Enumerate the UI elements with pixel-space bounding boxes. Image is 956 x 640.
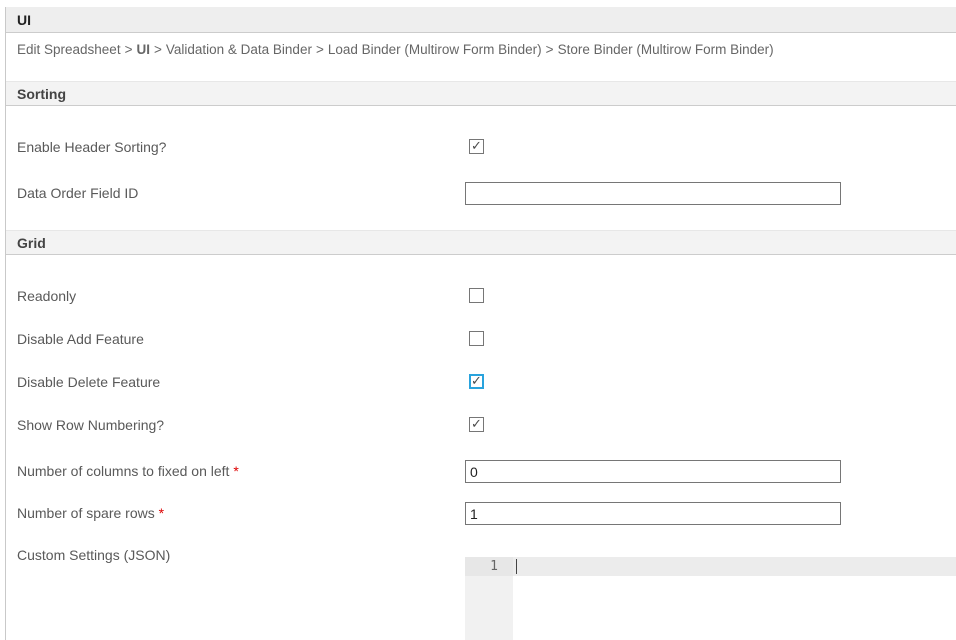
field-label-custom-settings: Custom Settings (JSON) <box>17 544 465 564</box>
breadcrumb-item-load-binder[interactable]: Load Binder (Multirow Form Binder) <box>328 42 542 57</box>
form-row-spare-rows: Number of spare rows * <box>17 502 956 526</box>
breadcrumb-separator: > <box>312 42 328 57</box>
breadcrumb-item-ui[interactable]: UI <box>136 42 150 57</box>
section-title: Sorting <box>17 86 66 102</box>
breadcrumb-separator: > <box>542 42 558 57</box>
grid-section-body: Readonly Disable Add Feature Disable Del… <box>6 255 956 640</box>
custom-settings-json-editor[interactable]: 1 <box>465 557 956 640</box>
breadcrumb-item-store-binder[interactable]: Store Binder (Multirow Form Binder) <box>558 42 774 57</box>
section-title: Grid <box>17 235 46 251</box>
fixed-columns-left-input[interactable] <box>465 460 841 483</box>
form-row-fixed-columns-left: Number of columns to fixed on left * <box>17 460 956 484</box>
field-label-show-row-numbering: Show Row Numbering? <box>17 417 465 434</box>
form-row-readonly: Readonly <box>17 288 956 308</box>
breadcrumb-separator: > <box>150 42 166 57</box>
editor-content[interactable] <box>513 557 956 640</box>
page-title: UI <box>17 12 31 28</box>
field-label-disable-delete-feature: Disable Delete Feature <box>17 374 465 391</box>
field-label-enable-header-sorting: Enable Header Sorting? <box>17 139 465 156</box>
breadcrumb-item-edit-spreadsheet[interactable]: Edit Spreadsheet <box>17 42 121 57</box>
properties-panel: UI Edit Spreadsheet>UI>Validation & Data… <box>5 7 956 640</box>
section-header-grid: Grid <box>6 230 956 255</box>
form-row-enable-header-sorting: Enable Header Sorting? <box>17 139 956 159</box>
page-title-bar: UI <box>6 7 956 33</box>
required-asterisk: * <box>159 505 164 521</box>
field-label-fixed-columns-left: Number of columns to fixed on left <box>17 463 229 479</box>
field-label-readonly: Readonly <box>17 288 465 305</box>
field-label-data-order-field-id: Data Order Field ID <box>17 182 465 202</box>
editor-line-number: 1 <box>465 557 513 576</box>
sorting-section-body: Enable Header Sorting? Data Order Field … <box>6 106 956 206</box>
disable-add-feature-checkbox[interactable] <box>469 331 484 346</box>
enable-header-sorting-checkbox[interactable] <box>469 139 484 154</box>
section-header-sorting: Sorting <box>6 81 956 106</box>
readonly-checkbox[interactable] <box>469 288 484 303</box>
form-row-show-row-numbering: Show Row Numbering? <box>17 417 956 437</box>
field-label-disable-add-feature: Disable Add Feature <box>17 331 465 348</box>
form-row-custom-settings: Custom Settings (JSON) 1 <box>17 544 956 640</box>
breadcrumb: Edit Spreadsheet>UI>Validation & Data Bi… <box>17 42 956 57</box>
form-row-disable-delete-feature: Disable Delete Feature <box>17 374 956 394</box>
form-row-data-order-field-id: Data Order Field ID <box>17 182 956 206</box>
editor-gutter: 1 <box>465 557 513 640</box>
breadcrumb-item-validation-data-binder[interactable]: Validation & Data Binder <box>166 42 312 57</box>
editor-active-line <box>513 557 956 576</box>
show-row-numbering-checkbox[interactable] <box>469 417 484 432</box>
editor-text-cursor <box>516 559 517 574</box>
data-order-field-id-input[interactable] <box>465 182 841 205</box>
required-asterisk: * <box>233 463 238 479</box>
disable-delete-feature-checkbox[interactable] <box>469 374 484 389</box>
spare-rows-input[interactable] <box>465 502 841 525</box>
breadcrumb-separator: > <box>121 42 137 57</box>
field-label-spare-rows: Number of spare rows <box>17 505 155 521</box>
form-row-disable-add-feature: Disable Add Feature <box>17 331 956 351</box>
